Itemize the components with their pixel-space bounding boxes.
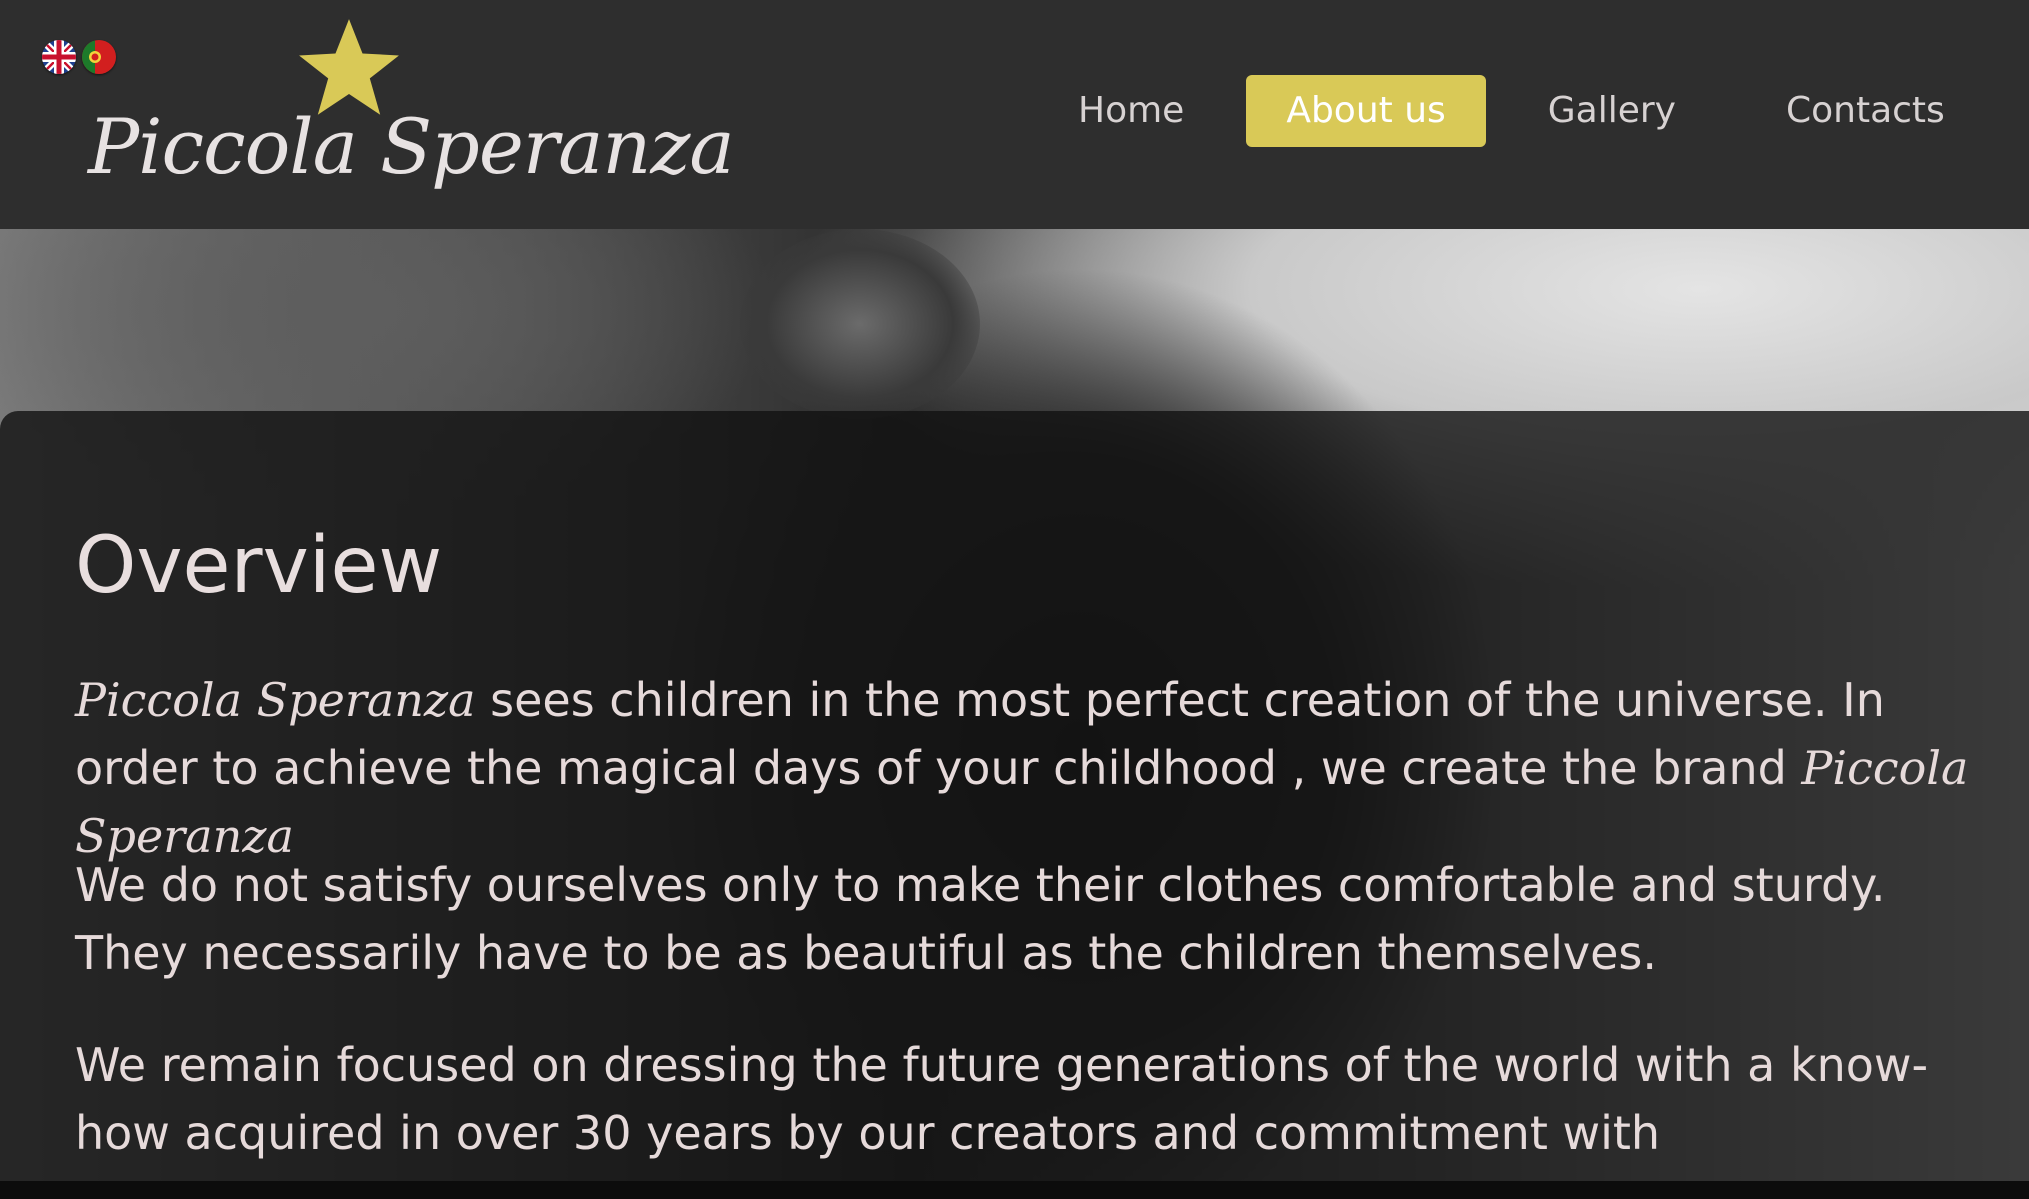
nav-gallery[interactable]: Gallery	[1508, 75, 1716, 147]
nav-home[interactable]: Home	[1038, 75, 1224, 147]
site-logo[interactable]: Piccola Speranza	[88, 10, 735, 210]
nav-contacts[interactable]: Contacts	[1746, 75, 1985, 147]
brand-name: Piccola Speranza	[75, 673, 476, 727]
uk-flag-icon[interactable]	[42, 40, 76, 74]
page-title: Overview	[75, 521, 443, 611]
overview-paragraph-1: Piccola Speranza sees children in the mo…	[75, 666, 1975, 870]
nav-about-us[interactable]: About us	[1246, 75, 1486, 147]
overview-paragraph-3: We remain focused on dressing the future…	[75, 1038, 1929, 1199]
bottom-edge	[0, 1181, 2029, 1199]
logo-wordmark: Piccola Speranza	[88, 102, 735, 191]
overview-panel: Overview Piccola Speranza sees children …	[0, 411, 2029, 1199]
overview-paragraph-2: We do not satisfy ourselves only to make…	[75, 858, 1886, 980]
page: Piccola Speranza Home About us Gallery C…	[0, 0, 2029, 1199]
main-nav: Home About us Gallery Contacts	[1030, 75, 1985, 147]
hair-bow-photo-detail	[740, 229, 980, 419]
site-header: Piccola Speranza Home About us Gallery C…	[0, 0, 2029, 229]
